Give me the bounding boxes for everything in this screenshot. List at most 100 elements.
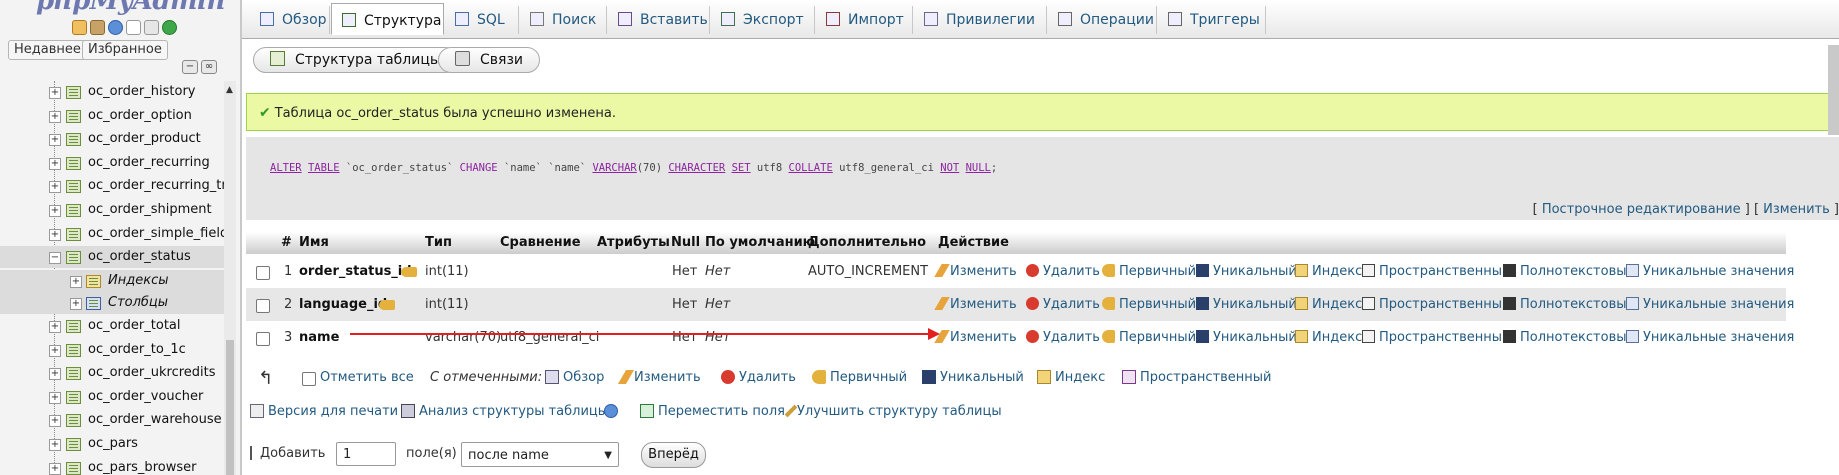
row-action-spatial[interactable]: Пространственный (1362, 321, 1511, 354)
link-with-main-icon[interactable]: ∞ (201, 60, 217, 74)
sidebar-item-table[interactable]: + oc_pars (0, 433, 236, 455)
expand-icon[interactable]: + (49, 321, 61, 333)
sidebar-item-indexes[interactable]: + Индексы (0, 269, 236, 292)
collapse-all-icon[interactable]: − (182, 60, 198, 74)
column-name[interactable]: language_id (299, 288, 387, 321)
column-position-select[interactable]: после name ▼ (461, 442, 619, 467)
main-scrollbar-thumb[interactable] (1828, 45, 1839, 135)
sidebar-item-table[interactable]: + oc_order_option (0, 105, 236, 127)
inline-edit-link[interactable]: Построчное редактирование (1542, 202, 1741, 217)
row-action-fulltext[interactable]: Полнотекстовый (1503, 255, 1635, 288)
reload-icon[interactable] (162, 19, 177, 35)
row-action-fulltext[interactable]: Полнотекстовый (1503, 288, 1635, 321)
subtab-relations[interactable]: Связи (438, 47, 540, 73)
tab-search[interactable]: Поиск (520, 6, 607, 34)
settings-icon[interactable] (144, 19, 159, 35)
header-extra[interactable]: Дополнительно (808, 232, 926, 252)
bulk-index-button[interactable]: Индекс (1037, 370, 1105, 385)
row-action-fulltext[interactable]: Полнотекстовый (1503, 321, 1635, 354)
expand-icon[interactable]: + (49, 205, 61, 217)
expand-icon[interactable]: + (49, 87, 61, 99)
row-checkbox[interactable] (256, 266, 270, 280)
sidebar-scrollbar-thumb[interactable] (226, 340, 234, 475)
row-action-primary[interactable]: Первичный (1102, 288, 1196, 321)
row-action-unique[interactable]: Уникальный (1196, 255, 1297, 288)
check-all-label[interactable]: Отметить все (320, 370, 414, 385)
expand-icon[interactable]: + (49, 439, 61, 451)
sidebar-item-columns[interactable]: + Столбцы (0, 292, 236, 315)
home-icon[interactable] (72, 19, 87, 35)
expand-icon[interactable]: + (49, 110, 61, 123)
row-action-spatial[interactable]: Пространственный (1362, 255, 1511, 288)
sidebar-item-table[interactable]: + oc_order_simple_fields (0, 223, 236, 245)
row-action-unique[interactable]: Уникальный (1196, 321, 1297, 354)
tab-export[interactable]: Экспорт (711, 6, 815, 34)
tab-structure[interactable]: Структура (331, 3, 444, 35)
collapse-icon[interactable]: − (49, 252, 61, 265)
column-count-input[interactable]: 1 (336, 442, 396, 466)
expand-icon[interactable]: + (49, 368, 61, 381)
subtab-table-structure[interactable]: Структура таблицы (253, 47, 458, 73)
header-type[interactable]: Тип (425, 232, 452, 252)
row-action-drop[interactable]: Удалить (1026, 288, 1100, 321)
bulk-unique-button[interactable]: Уникальный (922, 370, 1024, 385)
row-checkbox[interactable] (256, 299, 270, 313)
sidebar-item-table[interactable]: + oc_order_product (0, 128, 236, 150)
expand-icon[interactable]: + (49, 181, 61, 194)
row-action-index[interactable]: Индекс (1295, 288, 1362, 321)
header-collation[interactable]: Сравнение (500, 232, 581, 252)
sidebar-item-table[interactable]: + oc_order_recurring (0, 152, 236, 174)
sidebar-item-table[interactable]: + oc_order_warehouse (0, 409, 236, 431)
tab-sql[interactable]: SQL (445, 6, 519, 34)
phpmyadmin-logo[interactable]: phpMyAdmin (36, 0, 225, 16)
sidebar-item-table[interactable]: + oc_order_history (0, 81, 236, 103)
row-action-distinct[interactable]: Уникальные значения (1626, 321, 1794, 354)
sidebar-item-table[interactable]: + oc_order_shipment (0, 199, 236, 221)
improve-structure-link[interactable]: Улучшить структуру таблицы (784, 404, 1002, 419)
help-icon[interactable] (604, 404, 622, 419)
tab-browse[interactable]: Обзор (250, 6, 330, 34)
row-action-distinct[interactable]: Уникальные значения (1626, 288, 1794, 321)
bulk-spatial-button[interactable]: Пространственный (1122, 370, 1272, 385)
expand-icon[interactable]: + (49, 157, 61, 170)
row-action-change[interactable]: Изменить (934, 288, 1017, 321)
tab-insert[interactable]: Вставить (608, 6, 710, 34)
docs-icon[interactable] (126, 19, 141, 35)
expand-icon[interactable]: + (49, 134, 61, 147)
row-action-change[interactable]: Изменить (934, 321, 1017, 354)
tab-privileges[interactable]: Привилегии (914, 6, 1047, 34)
expand-icon[interactable]: + (49, 391, 61, 404)
print-view-link[interactable]: Версия для печати (250, 404, 398, 419)
sidebar-item-table[interactable]: + oc_order_recurring_tra (0, 175, 236, 197)
logout-icon[interactable] (90, 19, 105, 35)
edit-query-link[interactable]: Изменить (1763, 202, 1830, 217)
bulk-primary-button[interactable]: Первичный (812, 370, 907, 385)
check-all-checkbox[interactable] (302, 372, 316, 386)
expand-icon[interactable]: + (49, 344, 61, 357)
expand-icon[interactable]: + (49, 462, 61, 475)
row-action-drop[interactable]: Удалить (1026, 255, 1100, 288)
row-action-spatial[interactable]: Пространственный (1362, 288, 1511, 321)
bulk-browse-button[interactable]: Обзор (545, 370, 604, 385)
row-action-change[interactable]: Изменить (934, 255, 1017, 288)
row-action-unique[interactable]: Уникальный (1196, 288, 1297, 321)
bulk-change-button[interactable]: Изменить (617, 370, 701, 385)
expand-icon[interactable]: + (49, 228, 61, 241)
analyze-structure-link[interactable]: Анализ структуры таблицы (401, 404, 608, 419)
move-columns-link[interactable]: Переместить поля (640, 404, 785, 419)
expand-icon[interactable]: + (49, 415, 61, 428)
sidebar-item-table[interactable]: + oc_order_total (0, 315, 236, 337)
row-action-index[interactable]: Индекс (1295, 321, 1362, 354)
sidebar-item-table[interactable]: + oc_order_voucher (0, 386, 236, 408)
help-icon[interactable] (108, 19, 123, 35)
row-action-drop[interactable]: Удалить (1026, 321, 1100, 354)
scroll-up-icon[interactable]: ▲ (226, 85, 233, 95)
recent-tables-button[interactable]: Недавнее (8, 40, 87, 60)
column-name[interactable]: name (299, 321, 339, 354)
row-checkbox[interactable] (256, 332, 270, 346)
row-action-distinct[interactable]: Уникальные значения (1626, 255, 1794, 288)
expand-icon[interactable]: + (70, 298, 82, 311)
row-action-index[interactable]: Индекс (1295, 255, 1362, 288)
expand-icon[interactable]: + (70, 275, 82, 288)
sidebar-item-table[interactable]: + oc_order_to_1c (0, 339, 236, 361)
